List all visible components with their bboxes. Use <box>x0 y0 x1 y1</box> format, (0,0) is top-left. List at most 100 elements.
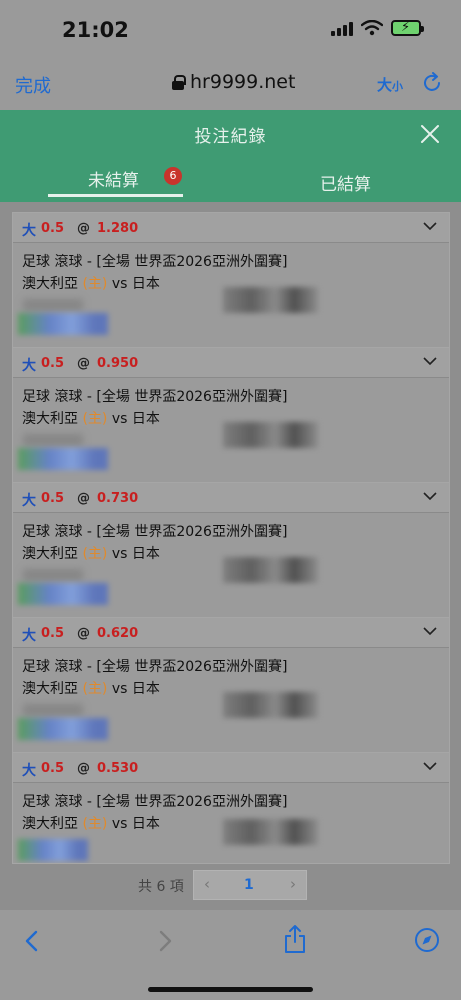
done-button[interactable]: 完成 <box>15 72 51 98</box>
bet-card[interactable]: 大 0.5 @ 1.280 足球 滾球 - [全場 世界盃2026亞洲外圍賽] … <box>12 212 450 348</box>
event-name: 足球 滾球 - [全場 世界盃2026亞洲外圍賽] <box>22 659 288 675</box>
redacted-area <box>18 448 108 470</box>
status-bar: 21:02 ⚡ <box>0 0 461 60</box>
status-time: 21:02 <box>62 18 129 42</box>
bet-card-header[interactable]: 大 0.5 @ 0.730 <box>13 483 449 513</box>
bet-type: 大 <box>22 763 36 779</box>
bet-card-body: 足球 滾球 - [全場 世界盃2026亞洲外圍賽] 澳大利亞 (主) vs 日本 <box>13 783 449 863</box>
vs-label: vs <box>111 546 128 562</box>
home-tag: (主) <box>82 411 108 427</box>
bet-card-body: 足球 滾球 - [全場 世界盃2026亞洲外圍賽] 澳大利亞 (主) vs 日本 <box>13 648 449 752</box>
bet-line: 0.5 <box>41 356 65 371</box>
forward-icon[interactable] <box>155 929 175 953</box>
compass-icon[interactable] <box>414 927 440 953</box>
browser-bottom-toolbar <box>0 910 461 1000</box>
modal-header: 投注紀錄 <box>0 110 461 158</box>
bet-record-list: 大 0.5 @ 1.280 足球 滾球 - [全場 世界盃2026亞洲外圍賽] … <box>0 202 461 910</box>
home-team: 澳大利亞 <box>22 411 78 427</box>
away-team: 日本 <box>131 816 160 832</box>
bet-card[interactable]: 大 0.5 @ 0.620 足球 滾球 - [全場 世界盃2026亞洲外圍賽] … <box>12 617 450 753</box>
tab-bar: 未結算 6 已結算 <box>0 158 461 202</box>
bet-card[interactable]: 大 0.5 @ 0.950 足球 滾球 - [全場 世界盃2026亞洲外圍賽] … <box>12 347 450 483</box>
address-bar[interactable]: hr9999.net <box>172 71 295 93</box>
text-size-large-label: 大 <box>376 76 392 94</box>
close-icon[interactable] <box>419 123 441 145</box>
bet-odds: 0.730 <box>97 491 139 506</box>
match-teams: 澳大利亞 (主) vs 日本 <box>22 543 160 563</box>
away-team: 日本 <box>131 546 160 562</box>
redacted-area <box>23 569 83 581</box>
chevron-down-icon[interactable] <box>423 626 437 636</box>
share-icon[interactable] <box>283 924 307 954</box>
chevron-down-icon[interactable] <box>423 761 437 771</box>
vs-label: vs <box>111 816 128 832</box>
bet-line: 0.5 <box>41 221 65 236</box>
bet-card[interactable]: 大 0.5 @ 0.730 足球 滾球 - [全場 世界盃2026亞洲外圍賽] … <box>12 482 450 618</box>
away-team: 日本 <box>131 681 160 697</box>
redacted-area <box>23 704 83 716</box>
bet-line: 0.5 <box>41 761 65 776</box>
cellular-signal-icon <box>331 20 353 36</box>
pagination: 共 6 項 ‹ 1 › <box>0 868 461 902</box>
current-page[interactable]: 1 <box>244 877 254 893</box>
bet-card-header[interactable]: 大 0.5 @ 0.620 <box>13 618 449 648</box>
total-count: 共 6 項 <box>138 879 184 895</box>
bet-card-body: 足球 滾球 - [全場 世界盃2026亞洲外圍賽] 澳大利亞 (主) vs 日本 <box>13 513 449 617</box>
tab-unsettled[interactable]: 未結算 <box>88 166 139 191</box>
away-team: 日本 <box>131 411 160 427</box>
prev-page-button[interactable]: ‹ <box>204 875 210 893</box>
unsettled-count-badge: 6 <box>164 167 182 185</box>
active-tab-indicator <box>48 194 183 197</box>
pager: ‹ 1 › <box>193 870 307 900</box>
home-team: 澳大利亞 <box>22 816 78 832</box>
bet-card[interactable]: 大 0.5 @ 0.530 足球 滾球 - [全場 世界盃2026亞洲外圍賽] … <box>12 752 450 864</box>
redacted-area <box>18 313 108 335</box>
redacted-area <box>223 692 318 718</box>
event-name: 足球 滾球 - [全場 世界盃2026亞洲外圍賽] <box>22 389 288 405</box>
event-name: 足球 滾球 - [全場 世界盃2026亞洲外圍賽] <box>22 794 288 810</box>
chevron-down-icon[interactable] <box>423 356 437 366</box>
bet-odds: 1.280 <box>97 221 139 236</box>
bet-type: 大 <box>22 223 36 239</box>
home-tag: (主) <box>82 681 108 697</box>
bet-line: 0.5 <box>41 626 65 641</box>
text-size-small-label: 小 <box>392 80 403 93</box>
redacted-area <box>23 299 83 311</box>
home-tag: (主) <box>82 546 108 562</box>
chevron-down-icon[interactable] <box>423 221 437 231</box>
home-tag: (主) <box>82 816 108 832</box>
back-icon[interactable] <box>22 929 42 953</box>
modal-title: 投注紀錄 <box>194 127 267 147</box>
redacted-area <box>223 422 318 448</box>
text-size-button[interactable]: 大小 <box>377 74 403 95</box>
bet-odds: 0.620 <box>97 626 139 641</box>
event-name: 足球 滾球 - [全場 世界盃2026亞洲外圍賽] <box>22 254 288 270</box>
home-tag: (主) <box>82 276 108 292</box>
next-page-button[interactable]: › <box>290 875 296 893</box>
status-icons: ⚡ <box>331 20 424 36</box>
chevron-down-icon[interactable] <box>423 491 437 501</box>
bet-at-symbol: @ <box>77 356 90 371</box>
home-indicator <box>148 987 313 992</box>
bet-at-symbol: @ <box>77 761 90 776</box>
bet-card-header[interactable]: 大 0.5 @ 1.280 <box>13 213 449 243</box>
bet-card-header[interactable]: 大 0.5 @ 0.530 <box>13 753 449 783</box>
redacted-area <box>23 434 83 446</box>
bet-line: 0.5 <box>41 491 65 506</box>
vs-label: vs <box>111 411 128 427</box>
match-teams: 澳大利亞 (主) vs 日本 <box>22 678 160 698</box>
lock-icon <box>172 74 186 90</box>
bet-card-header[interactable]: 大 0.5 @ 0.950 <box>13 348 449 378</box>
bet-card-body: 足球 滾球 - [全場 世界盃2026亞洲外圍賽] 澳大利亞 (主) vs 日本 <box>13 378 449 482</box>
away-team: 日本 <box>131 276 160 292</box>
bet-at-symbol: @ <box>77 221 90 236</box>
home-team: 澳大利亞 <box>22 681 78 697</box>
home-team: 澳大利亞 <box>22 276 78 292</box>
tab-settled[interactable]: 已結算 <box>320 170 371 195</box>
redacted-area <box>223 287 318 313</box>
bet-card-body: 足球 滾球 - [全場 世界盃2026亞洲外圍賽] 澳大利亞 (主) vs 日本 <box>13 243 449 347</box>
match-teams: 澳大利亞 (主) vs 日本 <box>22 273 160 293</box>
redacted-area <box>18 583 108 605</box>
bet-type: 大 <box>22 493 36 509</box>
reload-icon[interactable] <box>421 72 443 94</box>
